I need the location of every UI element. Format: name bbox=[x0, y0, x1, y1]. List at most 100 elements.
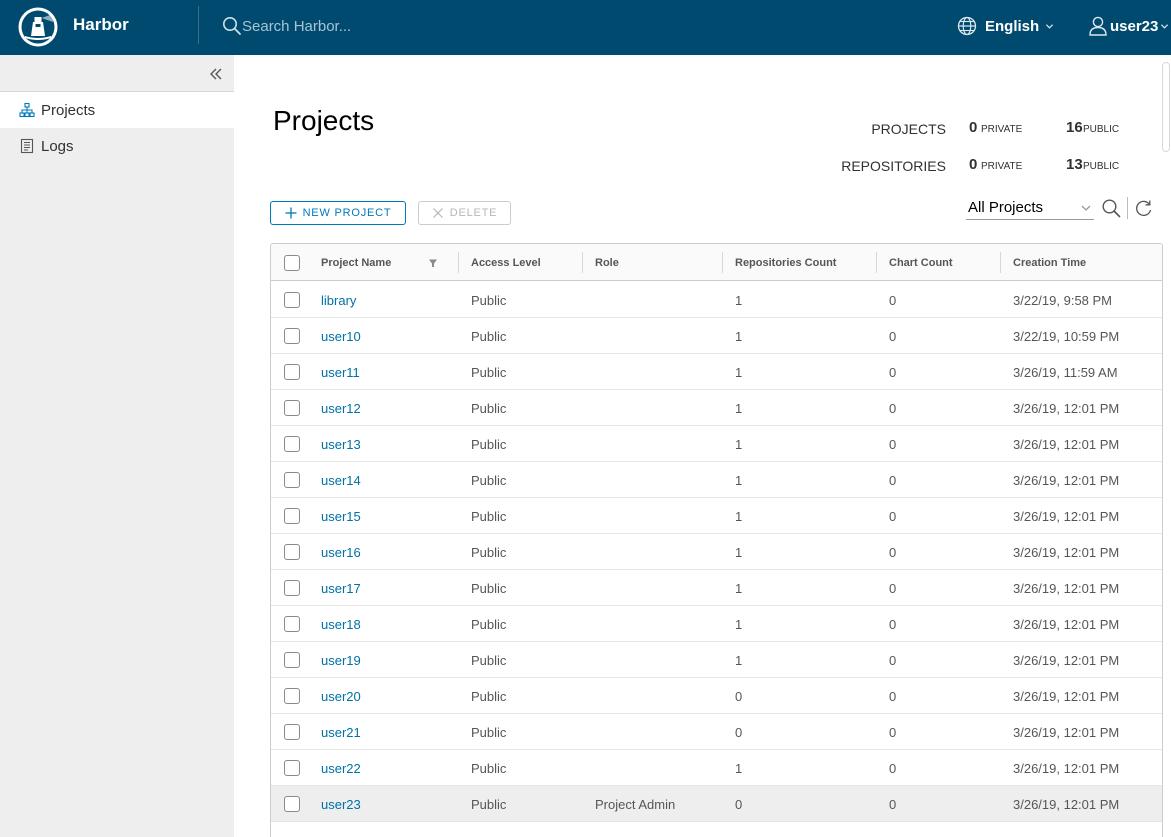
close-icon bbox=[432, 208, 443, 218]
project-name-link[interactable]: user21 bbox=[321, 714, 361, 750]
chart-count-cell: 0 bbox=[889, 796, 897, 812]
projects-stat-label: PROJECTS bbox=[871, 121, 946, 137]
project-name-link[interactable]: user16 bbox=[321, 534, 361, 570]
project-filter-select[interactable]: All Projects bbox=[966, 196, 1094, 220]
access-level-cell: Public bbox=[471, 364, 507, 380]
row-checkbox[interactable] bbox=[284, 652, 300, 668]
project-name-link[interactable]: user18 bbox=[321, 606, 361, 642]
refresh-icon[interactable] bbox=[1134, 198, 1154, 218]
repositories-stat-label: REPOSITORIES bbox=[841, 158, 946, 174]
delete-button[interactable]: DELETE bbox=[418, 201, 511, 225]
repositories-public-count: 13 bbox=[1066, 156, 1083, 173]
project-name-link[interactable]: user23 bbox=[321, 786, 361, 822]
project-name-link[interactable]: user17 bbox=[321, 570, 361, 606]
projects-public-count: 16 bbox=[1066, 119, 1083, 136]
sidebar-item-label: Logs bbox=[41, 137, 74, 155]
filter-icon[interactable] bbox=[428, 258, 438, 268]
creation-time-cell: 3/26/19, 12:01 PM bbox=[1013, 760, 1120, 776]
search-icon[interactable] bbox=[1101, 198, 1121, 218]
column-divider bbox=[458, 252, 459, 273]
row-checkbox[interactable] bbox=[284, 544, 300, 560]
chevron-down-icon bbox=[1161, 23, 1169, 29]
creation-time-cell: 3/26/19, 12:01 PM bbox=[1013, 472, 1120, 488]
language-selector[interactable]: English bbox=[957, 14, 1054, 38]
project-name-link[interactable]: user10 bbox=[321, 318, 361, 354]
table-row[interactable]: library Public 1 0 3/22/19, 9:58 PM bbox=[271, 282, 1162, 318]
global-search-input[interactable] bbox=[242, 13, 502, 39]
column-header-repositories-count[interactable]: Repositories Count bbox=[735, 244, 836, 281]
row-checkbox[interactable] bbox=[284, 760, 300, 776]
table-row[interactable]: user18 Public 1 0 3/26/19, 12:01 PM bbox=[271, 606, 1162, 642]
table-row[interactable]: user14 Public 1 0 3/26/19, 12:01 PM bbox=[271, 462, 1162, 498]
project-name-link[interactable]: user19 bbox=[321, 642, 361, 678]
table-row[interactable]: user17 Public 1 0 3/26/19, 12:01 PM bbox=[271, 570, 1162, 606]
row-checkbox[interactable] bbox=[284, 688, 300, 704]
page-scrollbar[interactable] bbox=[1162, 62, 1170, 152]
row-checkbox[interactable] bbox=[284, 292, 300, 308]
plus-icon bbox=[285, 207, 297, 219]
column-header-access-level[interactable]: Access Level bbox=[471, 244, 541, 281]
row-checkbox[interactable] bbox=[284, 580, 300, 596]
table-row[interactable]: user22 Public 1 0 3/26/19, 12:01 PM bbox=[271, 750, 1162, 786]
row-checkbox[interactable] bbox=[284, 400, 300, 416]
row-checkbox[interactable] bbox=[284, 616, 300, 632]
table-row[interactable]: user13 Public 1 0 3/26/19, 12:01 PM bbox=[271, 426, 1162, 462]
project-name-link[interactable]: user11 bbox=[321, 354, 360, 390]
sidebar-item-projects[interactable]: Projects bbox=[0, 92, 234, 128]
user-menu[interactable]: user23 bbox=[1088, 14, 1169, 38]
repositories-count-cell: 1 bbox=[735, 328, 743, 344]
table-row[interactable]: user16 Public 1 0 3/26/19, 12:01 PM bbox=[271, 534, 1162, 570]
projects-icon bbox=[19, 102, 35, 118]
column-header-chart-count[interactable]: Chart Count bbox=[889, 244, 953, 281]
column-divider bbox=[1000, 252, 1001, 273]
repositories-count-cell: 1 bbox=[735, 364, 743, 380]
table-row[interactable]: user21 Public 0 0 3/26/19, 12:01 PM bbox=[271, 714, 1162, 750]
harbor-logo-icon[interactable] bbox=[17, 6, 59, 48]
repositories-count-cell: 1 bbox=[735, 472, 743, 488]
project-name-link[interactable]: user13 bbox=[321, 426, 361, 462]
delete-label: DELETE bbox=[449, 207, 498, 219]
creation-time-cell: 3/26/19, 12:01 PM bbox=[1013, 436, 1120, 452]
table-row[interactable]: user15 Public 1 0 3/26/19, 12:01 PM bbox=[271, 498, 1162, 534]
access-level-cell: Public bbox=[471, 580, 507, 596]
repositories-count-cell: 0 bbox=[735, 724, 743, 740]
project-name-link[interactable]: user12 bbox=[321, 390, 361, 426]
table-row[interactable]: user19 Public 1 0 3/26/19, 12:01 PM bbox=[271, 642, 1162, 678]
table-row[interactable]: user11 Public 1 0 3/26/19, 11:59 AM bbox=[271, 354, 1162, 390]
project-name-link[interactable]: user15 bbox=[321, 498, 361, 534]
repositories-count-cell: 0 bbox=[735, 688, 743, 704]
column-header-role[interactable]: Role bbox=[595, 244, 619, 281]
table-row[interactable]: user20 Public 0 0 3/26/19, 12:01 PM bbox=[271, 678, 1162, 714]
column-header-project-name[interactable]: Project Name bbox=[321, 244, 391, 281]
access-level-cell: Public bbox=[471, 652, 507, 668]
table-row[interactable]: user12 Public 1 0 3/26/19, 12:01 PM bbox=[271, 390, 1162, 426]
table-row[interactable]: user23 Public Project Admin 0 0 3/26/19,… bbox=[271, 786, 1162, 822]
project-name-link[interactable]: user22 bbox=[321, 750, 361, 786]
sidebar-item-logs[interactable]: Logs bbox=[0, 128, 234, 164]
creation-time-cell: 3/26/19, 12:01 PM bbox=[1013, 508, 1120, 524]
column-header-creation-time[interactable]: Creation Time bbox=[1013, 244, 1086, 281]
creation-time-cell: 3/26/19, 11:59 AM bbox=[1013, 364, 1118, 380]
row-checkbox[interactable] bbox=[284, 364, 300, 380]
toolbar-divider bbox=[1127, 197, 1128, 219]
row-checkbox[interactable] bbox=[284, 472, 300, 488]
chart-count-cell: 0 bbox=[889, 508, 897, 524]
filter-selected-value: All Projects bbox=[968, 199, 1044, 216]
collapse-sidebar-icon[interactable] bbox=[205, 63, 227, 85]
row-checkbox[interactable] bbox=[284, 724, 300, 740]
app-title[interactable]: Harbor bbox=[73, 15, 129, 35]
project-name-link[interactable]: library bbox=[321, 282, 356, 318]
row-checkbox[interactable] bbox=[284, 796, 300, 812]
new-project-button[interactable]: NEW PROJECT bbox=[270, 201, 406, 225]
row-checkbox[interactable] bbox=[284, 328, 300, 344]
access-level-cell: Public bbox=[471, 400, 507, 416]
project-name-link[interactable]: user14 bbox=[321, 462, 361, 498]
row-checkbox[interactable] bbox=[284, 508, 300, 524]
chart-count-cell: 0 bbox=[889, 544, 897, 560]
chart-count-cell: 0 bbox=[889, 328, 897, 344]
table-row[interactable]: user10 Public 1 0 3/22/19, 10:59 PM bbox=[271, 318, 1162, 354]
row-checkbox[interactable] bbox=[284, 436, 300, 452]
access-level-cell: Public bbox=[471, 616, 507, 632]
project-name-link[interactable]: user20 bbox=[321, 678, 361, 714]
select-all-checkbox[interactable] bbox=[284, 255, 300, 271]
